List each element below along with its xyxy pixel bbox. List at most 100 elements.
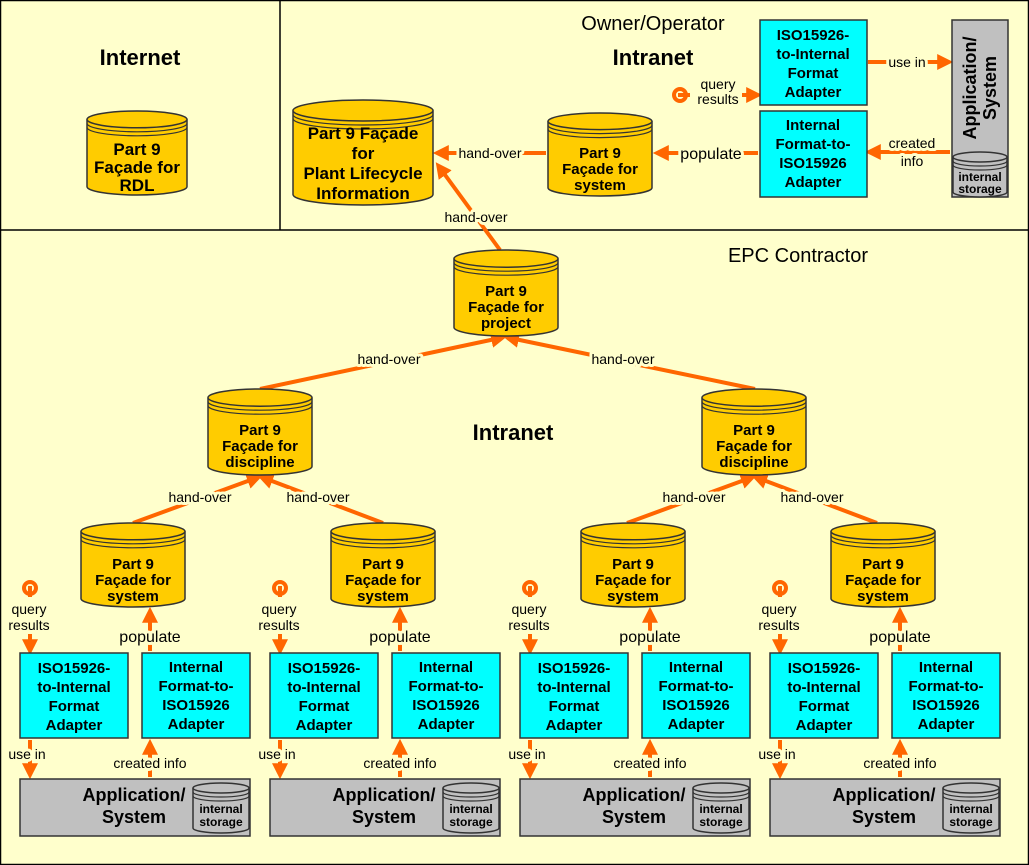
system-facade-label: Façade for (595, 572, 671, 589)
cylinder-top (207, 388, 313, 407)
adapter-label: to-Internal (537, 679, 610, 696)
cylinder-top (80, 522, 186, 541)
adapter-label: ISO15926 (662, 697, 730, 714)
application-label: Application/ (583, 785, 686, 805)
adapter-label: Format (299, 698, 350, 715)
system-facade-cylinder: Part 9Façade forsystem (330, 522, 436, 608)
query-results-label: query (761, 601, 796, 617)
adapter-label: ISO15926- (788, 660, 861, 677)
owner-system-facade-label: Façade for (562, 161, 638, 178)
project-facade-cylinder: Part 9Façade forproject (453, 249, 559, 337)
adapter-label: Format-to- (776, 136, 851, 153)
populate-label: populate (119, 629, 180, 646)
adapter-label: to-Internal (787, 679, 860, 696)
cylinder-top (192, 782, 250, 794)
handover-label: hand-over (168, 489, 231, 505)
adapter-label: Adapter (296, 717, 353, 734)
plant-lifecycle-facade-cylinder: Part 9 FaçadeforPlant LifecycleInformati… (292, 99, 434, 206)
cylinder-top (330, 522, 436, 541)
handover-label: hand-over (444, 209, 507, 225)
plant-lifecycle-facade-label: Part 9 Façade (308, 124, 419, 143)
created-info-label: created info (613, 755, 686, 771)
discipline-facade-label: Part 9 (733, 422, 775, 439)
use-in-label: use in (508, 746, 545, 762)
project-facade-label: Part 9 (485, 283, 527, 300)
plant-lifecycle-facade-label: Information (316, 184, 410, 203)
application-label: System (980, 56, 1000, 120)
handover-label: hand-over (357, 351, 420, 367)
internal-storage-cylinder: internalstorage (192, 782, 250, 834)
cylinder-top (692, 782, 750, 794)
use-in-label: use in (258, 746, 295, 762)
use-in-label: use in (758, 746, 795, 762)
adapter-label: Format-to- (409, 678, 484, 695)
cylinder-top (701, 388, 807, 407)
rdl-facade-cylinder: Part 9Façade forRDL (86, 110, 188, 196)
cylinder-top (942, 782, 1000, 794)
adapter-label: Adapter (668, 716, 725, 733)
system-facade-label: Façade for (345, 572, 421, 589)
application-label: Application/ (833, 785, 936, 805)
adapter-label: Adapter (796, 717, 853, 734)
use-in-label: use in (888, 54, 925, 70)
storage-label: storage (449, 815, 493, 829)
adapter-label: to-Internal (776, 46, 849, 63)
cylinder-top (442, 782, 500, 794)
region-title-internet: Internet (100, 45, 181, 70)
cylinder-top (580, 522, 686, 541)
adapter-label: Adapter (918, 716, 975, 733)
adapter-label: Internal (669, 659, 723, 676)
system-facade-label: Façade for (95, 572, 171, 589)
adapter-label: ISO15926 (912, 697, 980, 714)
created-info-label: info (901, 153, 924, 169)
system-facade-cylinder: Part 9Façade forsystem (830, 522, 936, 608)
storage-label: internal (699, 802, 742, 816)
cylinder-top (952, 151, 1008, 163)
internal-storage-cylinder: internalstorage (442, 782, 500, 834)
adapter-label: to-Internal (287, 679, 360, 696)
plant-lifecycle-facade-label: Plant Lifecycle (303, 164, 422, 183)
storage-label: storage (958, 182, 1002, 196)
adapter-label: ISO15926- (777, 27, 850, 44)
query-results-label: query (11, 601, 46, 617)
adapter-label: ISO15926- (538, 660, 611, 677)
created-info-label: created info (113, 755, 186, 771)
adapter-label: Internal (419, 659, 473, 676)
adapter-label: Adapter (785, 84, 842, 101)
system-facade-cylinder: Part 9Façade forsystem (80, 522, 186, 608)
owner-system-facade-label: system (574, 177, 626, 194)
project-facade-label: Façade for (468, 299, 544, 316)
cylinder-top (86, 110, 188, 129)
created-info-label: created info (863, 755, 936, 771)
populate-label: populate (369, 629, 430, 646)
owner-internal-storage-cylinder: internalstorage (952, 151, 1008, 198)
adapter-label: Internal (786, 117, 840, 134)
internal-storage-cylinder: internalstorage (692, 782, 750, 834)
adapter-label: Adapter (785, 174, 842, 191)
diagram: Internet Owner/Operator Intranet EPC Contra… (0, 0, 1029, 865)
system-facade-label: system (357, 588, 409, 605)
adapter-label: ISO15926- (38, 660, 111, 677)
adapter-label: Format-to- (659, 678, 734, 695)
discipline-facade-label: Part 9 (239, 422, 281, 439)
adapter-label: Format (549, 698, 600, 715)
adapter-label: Format-to- (909, 678, 984, 695)
system-facade-label: system (607, 588, 659, 605)
region-title-owner-intranet: Intranet (613, 45, 694, 70)
adapter-label: ISO15926 (412, 697, 480, 714)
rdl-facade-label: Façade for (94, 158, 180, 177)
adapter-label: Format-to- (159, 678, 234, 695)
internal-storage-cylinder: internalstorage (942, 782, 1000, 834)
system-facade-label: Façade for (845, 572, 921, 589)
adapter-label: Internal (919, 659, 973, 676)
storage-label: storage (949, 815, 993, 829)
handover-label: hand-over (458, 145, 521, 161)
storage-label: storage (699, 815, 743, 829)
adapter-label: ISO15926- (288, 660, 361, 677)
query-results-label: results (8, 617, 49, 633)
adapter-label: ISO15926 (779, 155, 847, 172)
application-label: System (602, 807, 666, 827)
query-results-label: query (261, 601, 296, 617)
system-facade-label: Part 9 (612, 556, 654, 573)
query-results-label: results (758, 617, 799, 633)
